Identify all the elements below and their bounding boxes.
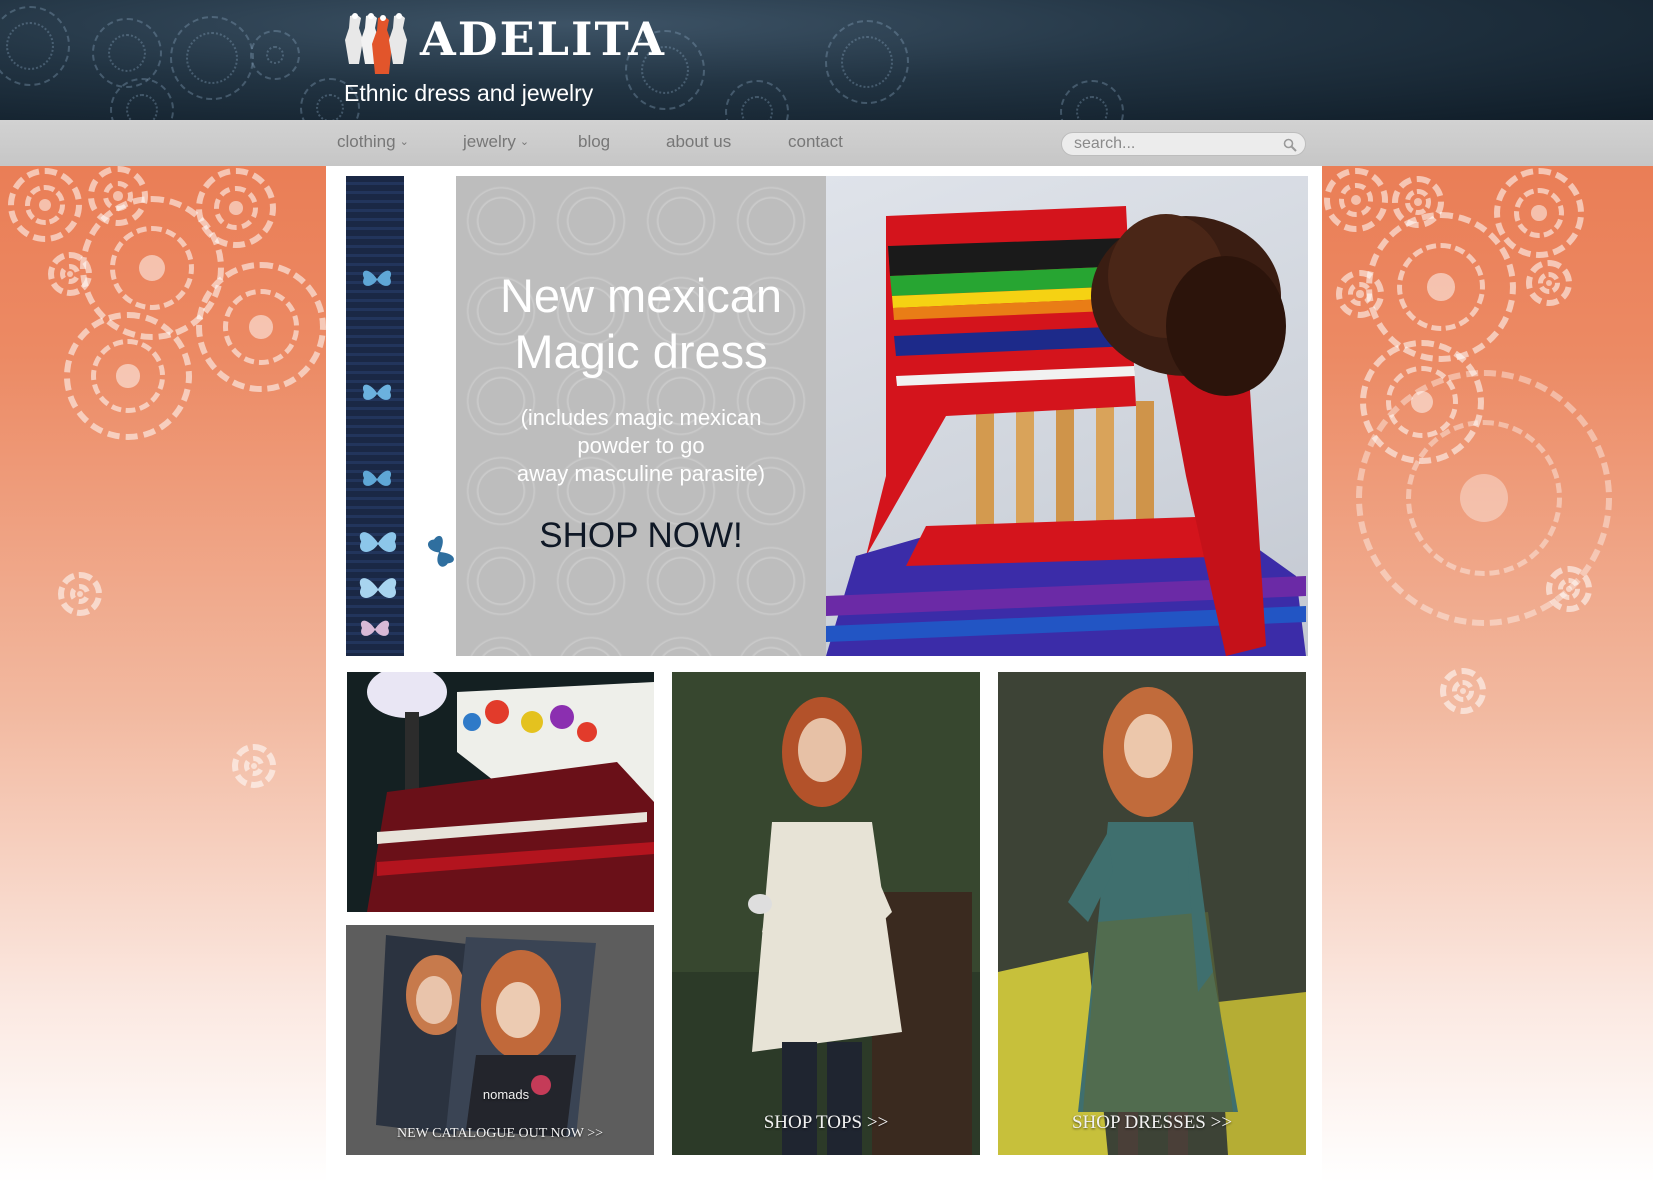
tile-embroidered-blouse[interactable] bbox=[347, 672, 654, 912]
nav-item-label: jewelry bbox=[463, 132, 516, 151]
flower-decoration bbox=[1366, 212, 1516, 362]
tile-shop-dresses[interactable]: SHOP DRESSES >> bbox=[998, 672, 1306, 1155]
blouse-photo-illustration bbox=[347, 672, 654, 912]
butterfly-fabric-strip bbox=[346, 176, 404, 656]
adelita-figures-icon bbox=[345, 13, 407, 74]
header-rosette-decoration bbox=[92, 18, 162, 88]
flower-decoration bbox=[1324, 168, 1388, 232]
hero-subtitle: (includes magic mexican powder to go awa… bbox=[456, 404, 826, 488]
shop-dresses-link[interactable]: SHOP DRESSES >> bbox=[998, 1112, 1306, 1134]
main-nav: clothing ⌄ jewelry ⌄ blog about us contact bbox=[0, 120, 1653, 166]
flower-decoration bbox=[232, 744, 276, 788]
hero-title-line: New mexican bbox=[499, 269, 783, 322]
nav-item-label: blog bbox=[578, 132, 611, 151]
nav-item-blog[interactable]: blog bbox=[578, 132, 610, 152]
chevron-down-icon: ⌄ bbox=[519, 136, 530, 148]
butterfly-icon bbox=[362, 384, 392, 400]
flower-decoration bbox=[8, 168, 82, 242]
nav-item-jewelry[interactable]: jewelry ⌄ bbox=[463, 132, 529, 152]
search-input[interactable] bbox=[1074, 135, 1274, 153]
header-rosette-decoration bbox=[825, 20, 909, 104]
hero-title-line: Magic dress bbox=[514, 325, 768, 378]
flower-decoration bbox=[1494, 168, 1584, 258]
nav-item-label: clothing bbox=[337, 132, 396, 151]
nav-item-label: contact bbox=[788, 132, 843, 151]
header-rosette-decoration bbox=[1060, 80, 1124, 120]
search-box bbox=[1061, 132, 1306, 156]
flower-decoration bbox=[1546, 566, 1592, 612]
nav-item-about-us[interactable]: about us bbox=[666, 132, 731, 152]
catalogue-cover-text: nomads bbox=[482, 1087, 530, 1102]
flower-decoration bbox=[1526, 260, 1572, 306]
hero-subtitle-line: away masculine parasite) bbox=[516, 461, 766, 486]
header-rosette-decoration bbox=[725, 80, 789, 120]
catalogue-photo-illustration bbox=[346, 925, 654, 1155]
butterfly-icon bbox=[359, 578, 397, 598]
tile-shop-tops[interactable]: SHOP TOPS >> bbox=[672, 672, 980, 1155]
site-header: ADELITA Ethnic dress and jewelry bbox=[0, 0, 1653, 120]
flower-decoration bbox=[64, 312, 192, 440]
header-rosette-decoration bbox=[170, 16, 254, 100]
butterfly-icon bbox=[359, 532, 397, 552]
header-rosette-decoration bbox=[250, 30, 300, 80]
flower-decoration bbox=[1440, 668, 1486, 714]
chair-serape-illustration bbox=[826, 206, 1306, 656]
hero-text-panel: New mexican Magic dress (includes magic … bbox=[456, 176, 826, 656]
hero-spacer bbox=[404, 176, 456, 656]
flower-decoration bbox=[58, 572, 102, 616]
flower-decoration bbox=[196, 262, 326, 392]
search-icon[interactable] bbox=[1283, 138, 1297, 152]
hero-subtitle-line: (includes magic mexican bbox=[520, 405, 762, 430]
new-catalogue-link[interactable]: NEW CATALOGUE OUT NOW >> bbox=[346, 1126, 654, 1142]
butterfly-icon bbox=[362, 270, 392, 286]
flower-decoration bbox=[1336, 270, 1384, 318]
hero-subtitle-line: powder to go bbox=[577, 433, 705, 458]
nav-item-clothing[interactable]: clothing ⌄ bbox=[337, 132, 409, 152]
flower-decoration bbox=[48, 252, 92, 296]
nav-item-contact[interactable]: contact bbox=[788, 132, 843, 152]
header-rosette-decoration bbox=[0, 6, 70, 86]
brand-name: ADELITA bbox=[420, 12, 666, 66]
shop-now-button[interactable]: SHOP NOW! bbox=[456, 516, 826, 556]
hero-photo-chair-serape bbox=[826, 176, 1308, 656]
butterfly-icon bbox=[360, 620, 390, 636]
brand-tagline: Ethnic dress and jewelry bbox=[344, 80, 594, 106]
dresses-model-illustration bbox=[998, 672, 1306, 1155]
nav-item-label: about us bbox=[666, 132, 732, 151]
hero-title: New mexican Magic dress bbox=[456, 268, 826, 380]
tops-model-illustration bbox=[672, 672, 980, 1155]
butterfly-icon bbox=[362, 470, 392, 486]
shop-tops-link[interactable]: SHOP TOPS >> bbox=[672, 1112, 980, 1134]
chevron-down-icon: ⌄ bbox=[399, 136, 409, 148]
hero-banner[interactable]: New mexican Magic dress (includes magic … bbox=[346, 176, 1308, 656]
tile-new-catalogue[interactable]: nomads NEW CATALOGUE OUT NOW >> bbox=[346, 925, 654, 1155]
